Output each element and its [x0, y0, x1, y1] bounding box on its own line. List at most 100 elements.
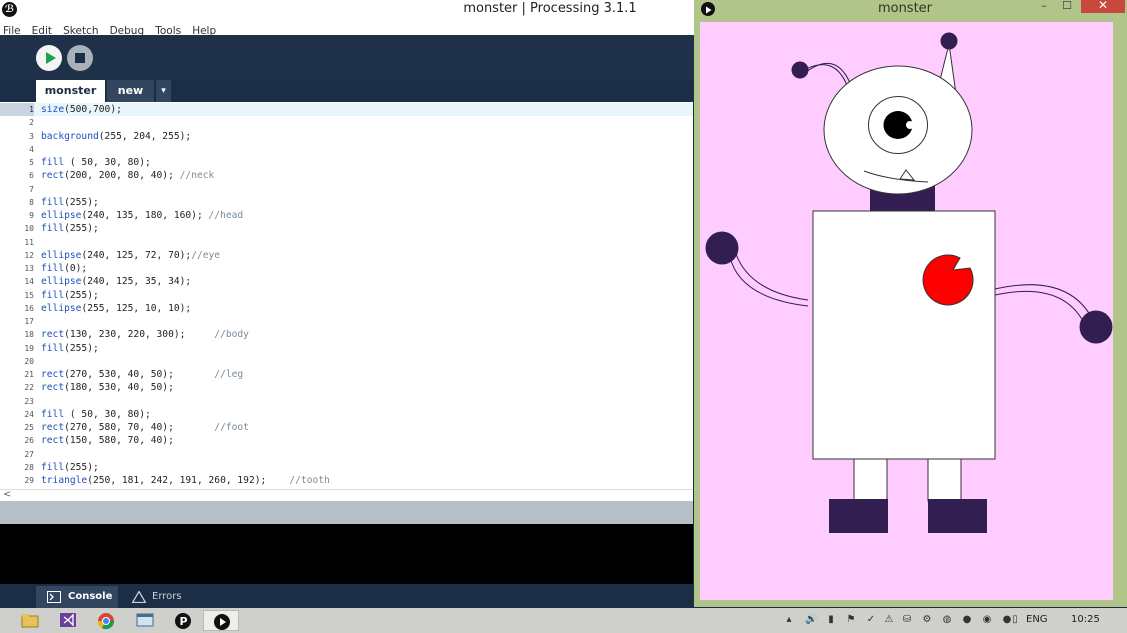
code-text: fill(255); — [41, 223, 99, 235]
sketch-canvas[interactable] — [700, 22, 1113, 600]
line-number: 8 — [29, 197, 34, 207]
close-button[interactable]: ✕ — [1081, 0, 1125, 13]
tab-monster[interactable]: monster — [36, 80, 105, 102]
taskbar-file-explorer[interactable] — [12, 610, 48, 631]
sketch-titlebar[interactable]: monster – ☐ ✕ — [694, 0, 1127, 18]
code-line[interactable]: 1 size(500,700); — [0, 103, 693, 117]
tray-icon[interactable]: ⚠ — [883, 614, 895, 626]
code-line[interactable]: 17 — [0, 315, 693, 328]
code-line[interactable]: 25 rect(270, 580, 70, 40); //foot — [0, 421, 693, 434]
tray-icon[interactable]: ▴ — [783, 614, 795, 626]
console-output[interactable] — [0, 524, 693, 584]
code-line[interactable]: 23 — [0, 395, 693, 408]
code-text: ellipse(240, 135, 180, 160); //head — [41, 210, 244, 221]
code-editor[interactable]: 1 size(500,700); 2 3 background(255, 204, 25… — [0, 102, 693, 489]
line-number: 12 — [24, 250, 34, 260]
tray-icon[interactable]: 🔊 — [805, 614, 817, 626]
stop-button[interactable] — [67, 45, 93, 71]
code-line[interactable]: 4 — [0, 143, 693, 156]
code-text: fill(255); — [41, 196, 99, 208]
tray-icon[interactable]: ⛁ — [901, 614, 913, 626]
code-line[interactable]: 29 triangle(250, 181, 242, 191, 260, 192)… — [0, 474, 693, 487]
tray-icon[interactable]: ◍ — [941, 614, 953, 626]
errors-tab-label: Errors — [152, 591, 182, 602]
code-line[interactable]: 26 rect(150, 580, 70, 40); — [0, 434, 693, 447]
code-line[interactable]: 22 rect(180, 530, 40, 50); — [0, 381, 693, 394]
tray-icon[interactable]: ⚙ — [921, 614, 933, 626]
tray-icon[interactable]: ✓ — [865, 614, 877, 626]
line-number: 19 — [24, 343, 34, 353]
line-number: 16 — [24, 303, 34, 313]
line-number: 25 — [24, 423, 34, 432]
line-number: 29 — [24, 476, 34, 485]
clock[interactable]: 10:25 — [1071, 614, 1100, 625]
code-line[interactable]: 3 background(255, 204, 255); — [0, 130, 693, 143]
horizontal-scrollbar[interactable]: < — [0, 489, 693, 501]
code-line[interactable]: 7 — [0, 183, 693, 196]
taskbar: P ▴ 🔊 ▮ ⚑ ✓ ⚠ ⛁ ⚙ ◍ ● ◉ ● ▯ ENG 10:25 — [0, 608, 1127, 633]
line-number: 15 — [24, 290, 34, 300]
code-line[interactable]: 20 — [0, 355, 693, 368]
tray-icon[interactable]: ⚑ — [845, 614, 857, 626]
maximize-button[interactable]: ☐ — [1059, 0, 1075, 13]
line-number: 14 — [24, 277, 34, 287]
taskbar-processing[interactable]: P — [165, 610, 201, 631]
line-number: 24 — [24, 409, 34, 419]
code-line[interactable]: 14 ellipse(240, 125, 35, 34); — [0, 275, 693, 288]
status-bar — [0, 501, 693, 524]
code-line[interactable]: 13 fill(0); — [0, 262, 693, 275]
tab-new[interactable]: new — [107, 80, 154, 102]
tray-icon[interactable]: ▮ — [825, 614, 837, 626]
line-number: 20 — [24, 356, 34, 366]
code-text: rect(150, 580, 70, 40); — [41, 435, 174, 447]
code-line[interactable]: 15 fill(255); — [0, 289, 693, 302]
tray-icon[interactable]: ◉ — [981, 614, 993, 626]
taskbar-chrome[interactable] — [88, 610, 124, 631]
code-line[interactable]: 2 — [0, 116, 693, 129]
editor-tabs: monster new ▾ — [0, 80, 700, 102]
tray-icon[interactable]: ● — [961, 614, 973, 626]
code-line[interactable]: 18 rect(130, 230, 220, 300); //body — [0, 328, 693, 341]
code-line[interactable]: 5 fill ( 50, 30, 80); — [0, 156, 693, 169]
code-line[interactable]: 6 rect(200, 200, 80, 40); //neck — [0, 169, 693, 182]
code-line[interactable]: 16 ellipse(255, 125, 10, 10); — [0, 302, 693, 315]
code-line[interactable]: 8 fill(255); — [0, 196, 693, 209]
menu-bar: File Edit Sketch Debug Tools Help — [0, 19, 700, 37]
run-button[interactable] — [36, 45, 62, 71]
tray-icon[interactable]: ▯ — [1009, 614, 1021, 626]
code-line[interactable]: 21 rect(270, 530, 40, 50); //leg — [0, 368, 693, 381]
code-text: ellipse(240, 125, 72, 70);//eye — [41, 249, 221, 261]
tab-errors[interactable]: Errors — [122, 586, 192, 608]
play-icon — [46, 52, 56, 64]
code-line[interactable]: 10 fill(255); — [0, 222, 693, 235]
code-text: triangle(250, 181, 242, 191, 260, 192); … — [41, 475, 330, 486]
scroll-left-icon[interactable]: < — [3, 489, 11, 500]
right-antenna-ball — [940, 32, 958, 50]
left-antenna-ball — [791, 61, 809, 79]
taskbar-visual-studio[interactable] — [50, 610, 86, 631]
code-text: rect(200, 200, 80, 40); //neck — [41, 170, 215, 182]
warning-icon — [132, 591, 146, 603]
left-arm — [729, 256, 809, 307]
taskbar-processing-sketch[interactable] — [203, 610, 239, 631]
code-line[interactable]: 12 ellipse(240, 125, 72, 70);//eye — [0, 249, 693, 262]
processing-icon: P — [175, 613, 191, 629]
code-line[interactable]: 28 fill(255); — [0, 461, 693, 474]
code-line[interactable]: 19 fill(255); — [0, 342, 693, 355]
sketch-window: monster – ☐ ✕ — [694, 0, 1127, 607]
eye-highlight — [906, 121, 914, 129]
minimize-button[interactable]: – — [1036, 0, 1052, 13]
chrome-icon — [97, 613, 115, 630]
code-line[interactable]: 27 — [0, 448, 693, 461]
window-icon — [136, 613, 154, 627]
right-hand — [1079, 310, 1113, 344]
code-line[interactable]: 24 fill ( 50, 30, 80); — [0, 408, 693, 421]
tab-menu-button[interactable]: ▾ — [156, 80, 171, 102]
tab-console[interactable]: Console — [36, 586, 118, 608]
taskbar-window-app[interactable] — [127, 610, 163, 631]
code-line[interactable]: 11 — [0, 236, 693, 249]
input-language[interactable]: ENG — [1026, 614, 1048, 625]
code-line[interactable]: 9 ellipse(240, 135, 180, 160); //head — [0, 209, 693, 222]
line-number: 28 — [24, 462, 34, 472]
line-number: 21 — [24, 370, 34, 379]
